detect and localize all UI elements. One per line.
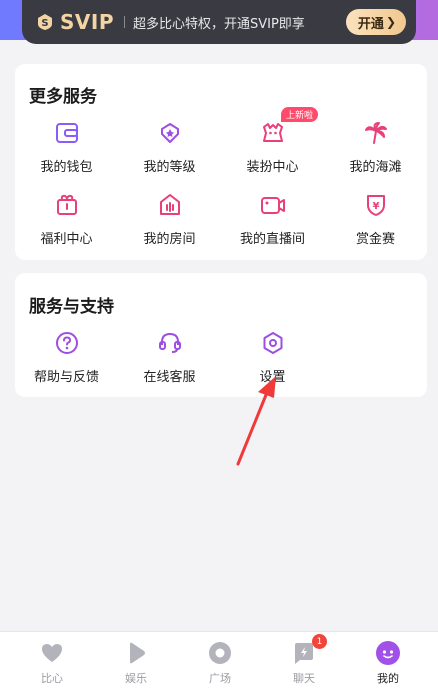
- help-icon: [55, 332, 78, 354]
- service-label: 福利中心: [40, 232, 93, 247]
- tab-entertainment[interactable]: 娱乐: [94, 640, 178, 686]
- service-label: 我的海滩: [349, 160, 402, 175]
- svg-text:S: S: [41, 18, 48, 29]
- tab-bixin[interactable]: 比心: [10, 640, 94, 686]
- play-icon: [130, 642, 145, 664]
- tab-chat[interactable]: 1 聊天: [262, 634, 346, 686]
- tab-label: 娱乐: [125, 672, 147, 685]
- tab-mine[interactable]: 我的: [346, 640, 430, 686]
- service-label: 我的直播间: [239, 232, 305, 247]
- service-item-bounty[interactable]: ¥ 赏金赛: [324, 191, 427, 247]
- heart-icon: [42, 644, 62, 662]
- service-item-beach[interactable]: 我的海滩: [324, 119, 427, 175]
- service-label: 我的房间: [143, 232, 196, 247]
- gift-box-icon: [56, 194, 77, 215]
- service-label: 我的钱包: [40, 160, 93, 175]
- support-title: 服务与支持: [29, 297, 114, 317]
- more-services-title: 更多服务: [29, 87, 97, 107]
- svip-title: SVIP: [60, 10, 114, 34]
- service-item-dressup[interactable]: 上新啦 装扮中心: [221, 107, 324, 175]
- bottom-tab-bar: 比心 娱乐 广场 1 聊天 我的: [0, 631, 438, 700]
- level-icon: [160, 123, 179, 143]
- bounty-shield-icon: ¥: [366, 195, 385, 216]
- support-item-online-service[interactable]: 在线客服: [118, 329, 221, 385]
- service-item-live-room[interactable]: 我的直播间: [221, 191, 324, 247]
- open-svip-label: 开通: [357, 16, 384, 32]
- chat-unread-badge: 1: [312, 634, 327, 649]
- svip-badge-icon: S: [38, 14, 52, 30]
- tab-square[interactable]: 广场: [178, 640, 262, 686]
- tab-label: 我的: [377, 672, 399, 685]
- tab-label: 比心: [41, 672, 63, 685]
- new-badge: 上新啦: [281, 107, 319, 122]
- service-label: 我的等级: [143, 160, 196, 175]
- dressup-icon: [262, 123, 283, 142]
- tab-label: 广场: [209, 672, 231, 685]
- headset-icon: [158, 332, 181, 353]
- annotation-arrow: [236, 376, 276, 466]
- support-item-help[interactable]: 帮助与反馈: [15, 329, 118, 385]
- more-services-card: 更多服务 我的钱包 我的等级 上新啦 装扮中心 我的海滩 福利中心 我的房间 我…: [15, 64, 427, 260]
- live-camera-icon: [260, 197, 285, 214]
- open-svip-button[interactable]: 开通 ❯: [345, 9, 406, 35]
- wallet-icon: [55, 123, 78, 143]
- svg-text:¥: ¥: [372, 201, 379, 212]
- palm-tree-icon: [364, 122, 387, 144]
- svip-description: 超多比心特权，开通SVIP即享: [132, 16, 305, 32]
- service-item-level[interactable]: 我的等级: [118, 119, 221, 175]
- tab-label: 聊天: [293, 672, 315, 685]
- service-label: 装扮中心: [246, 160, 299, 175]
- service-label: 赏金赛: [355, 232, 395, 247]
- service-item-welfare[interactable]: 福利中心: [15, 191, 118, 247]
- chevron-right-icon: ❯: [385, 15, 396, 29]
- service-item-room[interactable]: 我的房间: [118, 191, 221, 247]
- support-label: 在线客服: [143, 370, 196, 385]
- settings-icon: [263, 332, 282, 354]
- profile-icon: [376, 641, 400, 665]
- support-label: 帮助与反馈: [33, 370, 99, 385]
- room-icon: [159, 194, 180, 215]
- service-item-wallet[interactable]: 我的钱包: [15, 119, 118, 175]
- support-card: 服务与支持 帮助与反馈 在线客服 设置: [15, 273, 427, 397]
- svip-banner[interactable]: S SVIP 超多比心特权，开通SVIP即享 开通 ❯: [22, 0, 416, 44]
- svip-divider: [123, 16, 125, 28]
- square-icon: [209, 642, 231, 664]
